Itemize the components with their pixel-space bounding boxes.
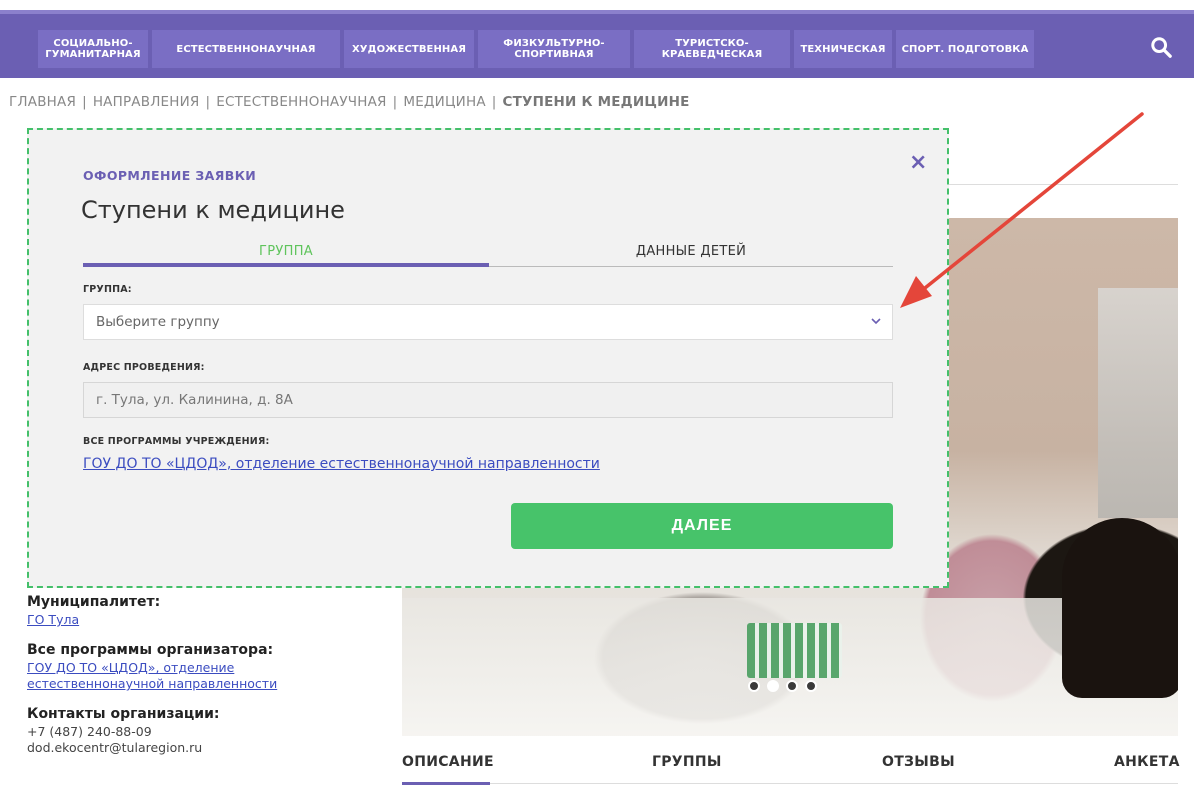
nav-item-natural-science[interactable]: ЕСТЕСТВЕННОНАУЧНАЯ bbox=[152, 30, 340, 68]
next-button[interactable]: ДАЛЕЕ bbox=[511, 503, 893, 549]
breadcrumb: ГЛАВНАЯ | НАПРАВЛЕНИЯ | ЕСТЕСТВЕННОНАУЧНАЯ | М… bbox=[9, 94, 690, 110]
municipality-block: Муниципалитет: ГО Тула bbox=[27, 594, 387, 628]
carousel-dots bbox=[748, 680, 817, 692]
breadcrumb-medicine[interactable]: МЕДИЦИНА bbox=[403, 94, 485, 110]
top-navigation: СОЦИАЛЬНО- ГУМАНИТАРНАЯ ЕСТЕСТВЕННОНАУЧН… bbox=[0, 10, 1194, 78]
organizer-link-continued[interactable]: естественнонаучной направленности bbox=[27, 676, 387, 692]
group-label: ГРУППА: bbox=[83, 284, 132, 295]
nav-item-label: ТУРИСТСКО- КРАЕВЕДЧЕСКАЯ bbox=[661, 38, 763, 60]
modal-title: Ступени к медицине bbox=[81, 196, 345, 224]
carousel-dot[interactable] bbox=[805, 680, 817, 692]
application-modal: × ОФОРМЛЕНИЕ ЗАЯВКИ Ступени к медицине Г… bbox=[27, 128, 949, 588]
contact-email: dod.ekocentr@tularegion.ru bbox=[27, 740, 203, 755]
tab-children-data[interactable]: ДАННЫЕ ДЕТЕЙ bbox=[489, 244, 893, 259]
address-value: г. Тула, ул. Калинина, д. 8А bbox=[96, 392, 293, 408]
modal-subtitle: ОФОРМЛЕНИЕ ЗАЯВКИ bbox=[83, 168, 257, 183]
breadcrumb-separator: | bbox=[392, 94, 398, 110]
nav-item-technical[interactable]: ТЕХНИЧЕСКАЯ bbox=[794, 30, 892, 68]
programs-label: ВСЕ ПРОГРАММЫ УЧРЕЖДЕНИЯ: bbox=[83, 436, 270, 447]
program-sidebar: Муниципалитет: ГО Тула Все программы орг… bbox=[27, 594, 387, 770]
active-tab-indicator bbox=[83, 263, 489, 267]
municipality-link[interactable]: ГО Тула bbox=[27, 612, 387, 628]
contact-phone: +7 (487) 240-88-09 bbox=[27, 724, 152, 739]
contacts-block: Контакты организации: +7 (487) 240-88-09… bbox=[27, 706, 387, 756]
organizer-title: Все программы организатора: bbox=[27, 642, 274, 658]
nav-item-art[interactable]: ХУДОЖЕСТВЕННАЯ bbox=[344, 30, 474, 68]
nav-item-label: СПОРТ. ПОДГОТОВКА bbox=[901, 43, 1029, 55]
photo-figure bbox=[1062, 518, 1178, 698]
tabs-divider bbox=[402, 783, 1178, 784]
nav-item-label: ТЕХНИЧЕСКАЯ bbox=[800, 43, 886, 55]
nav-item-social[interactable]: СОЦИАЛЬНО- ГУМАНИТАРНАЯ bbox=[38, 30, 148, 68]
breadcrumb-home[interactable]: ГЛАВНАЯ bbox=[9, 94, 76, 110]
breadcrumb-separator: | bbox=[82, 94, 87, 110]
nav-item-tourism[interactable]: ТУРИСТСКО- КРАЕВЕДЧЕСКАЯ bbox=[634, 30, 790, 68]
group-select[interactable]: Выберите группу bbox=[83, 304, 893, 340]
breadcrumb-natural-science[interactable]: ЕСТЕСТВЕННОНАУЧНАЯ bbox=[216, 94, 386, 110]
address-label: АДРЕС ПРОВЕДЕНИЯ: bbox=[83, 362, 205, 373]
annotation-arrow bbox=[900, 112, 1144, 308]
tab-description[interactable]: ОПИСАНИЕ bbox=[402, 754, 494, 770]
carousel-dot[interactable] bbox=[786, 680, 798, 692]
tab-questionnaire[interactable]: АНКЕТА bbox=[1114, 754, 1180, 770]
breadcrumb-directions[interactable]: НАПРАВЛЕНИЯ bbox=[93, 94, 200, 110]
contacts-title: Контакты организации: bbox=[27, 706, 220, 722]
nav-item-label: ЕСТЕСТВЕННОНАУЧНАЯ bbox=[176, 43, 316, 55]
programs-link[interactable]: ГОУ ДО ТО «ЦДОД», отделение естественнон… bbox=[83, 456, 600, 472]
organizer-link[interactable]: ГОУ ДО ТО «ЦДОД», отделение bbox=[27, 660, 387, 676]
photo-test-tubes bbox=[747, 623, 842, 678]
tab-reviews[interactable]: ОТЗЫВЫ bbox=[882, 754, 955, 770]
breadcrumb-separator: | bbox=[491, 94, 497, 110]
nav-item-label: СОЦИАЛЬНО- ГУМАНИТАРНАЯ bbox=[45, 38, 141, 60]
nav-item-sport[interactable]: ФИЗКУЛЬТУРНО- СПОРТИВНАЯ bbox=[478, 30, 630, 68]
carousel-dot[interactable] bbox=[748, 680, 760, 692]
group-select-placeholder: Выберите группу bbox=[96, 314, 220, 330]
content-tabs: ОПИСАНИЕ ГРУППЫ ОТЗЫВЫ АНКЕТА bbox=[402, 754, 1180, 786]
nav-item-label: ФИЗКУЛЬТУРНО- СПОРТИВНАЯ bbox=[503, 38, 605, 60]
nav-item-sport-training[interactable]: СПОРТ. ПОДГОТОВКА bbox=[896, 30, 1034, 68]
carousel-dot-active[interactable] bbox=[767, 680, 779, 692]
address-field: г. Тула, ул. Калинина, д. 8А bbox=[83, 382, 893, 418]
breadcrumb-separator: | bbox=[205, 94, 211, 110]
tab-groups[interactable]: ГРУППЫ bbox=[652, 754, 722, 770]
organizer-block: Все программы организатора: ГОУ ДО ТО «Ц… bbox=[27, 642, 387, 692]
breadcrumb-current: СТУПЕНИ К МЕДИЦИНЕ bbox=[502, 94, 690, 110]
municipality-title: Муниципалитет: bbox=[27, 594, 161, 610]
nav-item-label: ХУДОЖЕСТВЕННАЯ bbox=[351, 43, 467, 55]
search-icon[interactable] bbox=[1150, 36, 1172, 58]
tab-group[interactable]: ГРУППА bbox=[83, 244, 489, 259]
photo-shelf bbox=[1098, 288, 1178, 518]
active-tab-indicator bbox=[402, 782, 490, 785]
